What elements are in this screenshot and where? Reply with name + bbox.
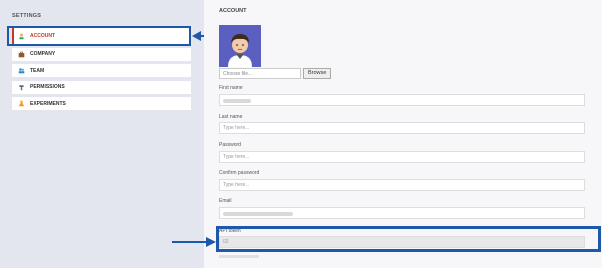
- settings-title: SETTINGS: [12, 13, 42, 19]
- last-name-label: Last name: [219, 114, 243, 120]
- account-panel: ACCOUNT Choose file... Browse First name…: [204, 0, 602, 268]
- menu-item-permissions[interactable]: PERMISSIONS: [12, 80, 191, 95]
- browse-button[interactable]: Browse: [303, 68, 332, 79]
- menu-item-account[interactable]: ACCOUNT: [12, 28, 191, 45]
- api-token-label: API token: [219, 228, 241, 234]
- password-field[interactable]: Type here...: [219, 151, 585, 163]
- menu-item-experiments[interactable]: EXPERIMENTS: [12, 97, 191, 112]
- email-label: Email: [219, 198, 232, 204]
- settings-sidebar: SETTINGS ACCOUNT COMPANY TEAM PERMISSION…: [0, 0, 204, 268]
- redacted-text: [223, 212, 293, 217]
- api-token-field[interactable]: 02: [219, 236, 585, 248]
- password-label: Password: [219, 142, 241, 148]
- menu-item-label: COMPANY: [30, 51, 56, 58]
- divider: [219, 255, 259, 258]
- menu-item-label: PERMISSIONS: [30, 84, 65, 91]
- redacted-text: [223, 99, 251, 104]
- menu-item-label: TEAM: [30, 67, 45, 74]
- menu-item-label: EXPERIMENTS: [30, 100, 66, 107]
- first-name-field[interactable]: [219, 94, 585, 106]
- confirm-password-label: Confirm password: [219, 170, 260, 176]
- menu-item-label: ACCOUNT: [30, 33, 55, 39]
- account-icon: [18, 33, 25, 40]
- confirm-password-field[interactable]: Type here...: [219, 179, 585, 191]
- briefcase-icon: [18, 51, 25, 58]
- file-input[interactable]: Choose file...: [219, 68, 301, 79]
- permissions-icon: [18, 84, 25, 91]
- file-upload-row: Choose file... Browse: [219, 68, 332, 79]
- email-field[interactable]: [219, 207, 585, 219]
- avatar: [219, 25, 261, 67]
- settings-menu: ACCOUNT COMPANY TEAM PERMISSIONS EXPERIM…: [12, 28, 191, 114]
- menu-item-team[interactable]: TEAM: [12, 64, 191, 79]
- menu-item-company[interactable]: COMPANY: [12, 47, 191, 62]
- section-title: ACCOUNT: [219, 8, 247, 14]
- first-name-label: First name: [219, 85, 243, 91]
- experiments-icon: [18, 100, 25, 107]
- last-name-field[interactable]: Type here...: [219, 122, 585, 134]
- team-icon: [18, 67, 25, 74]
